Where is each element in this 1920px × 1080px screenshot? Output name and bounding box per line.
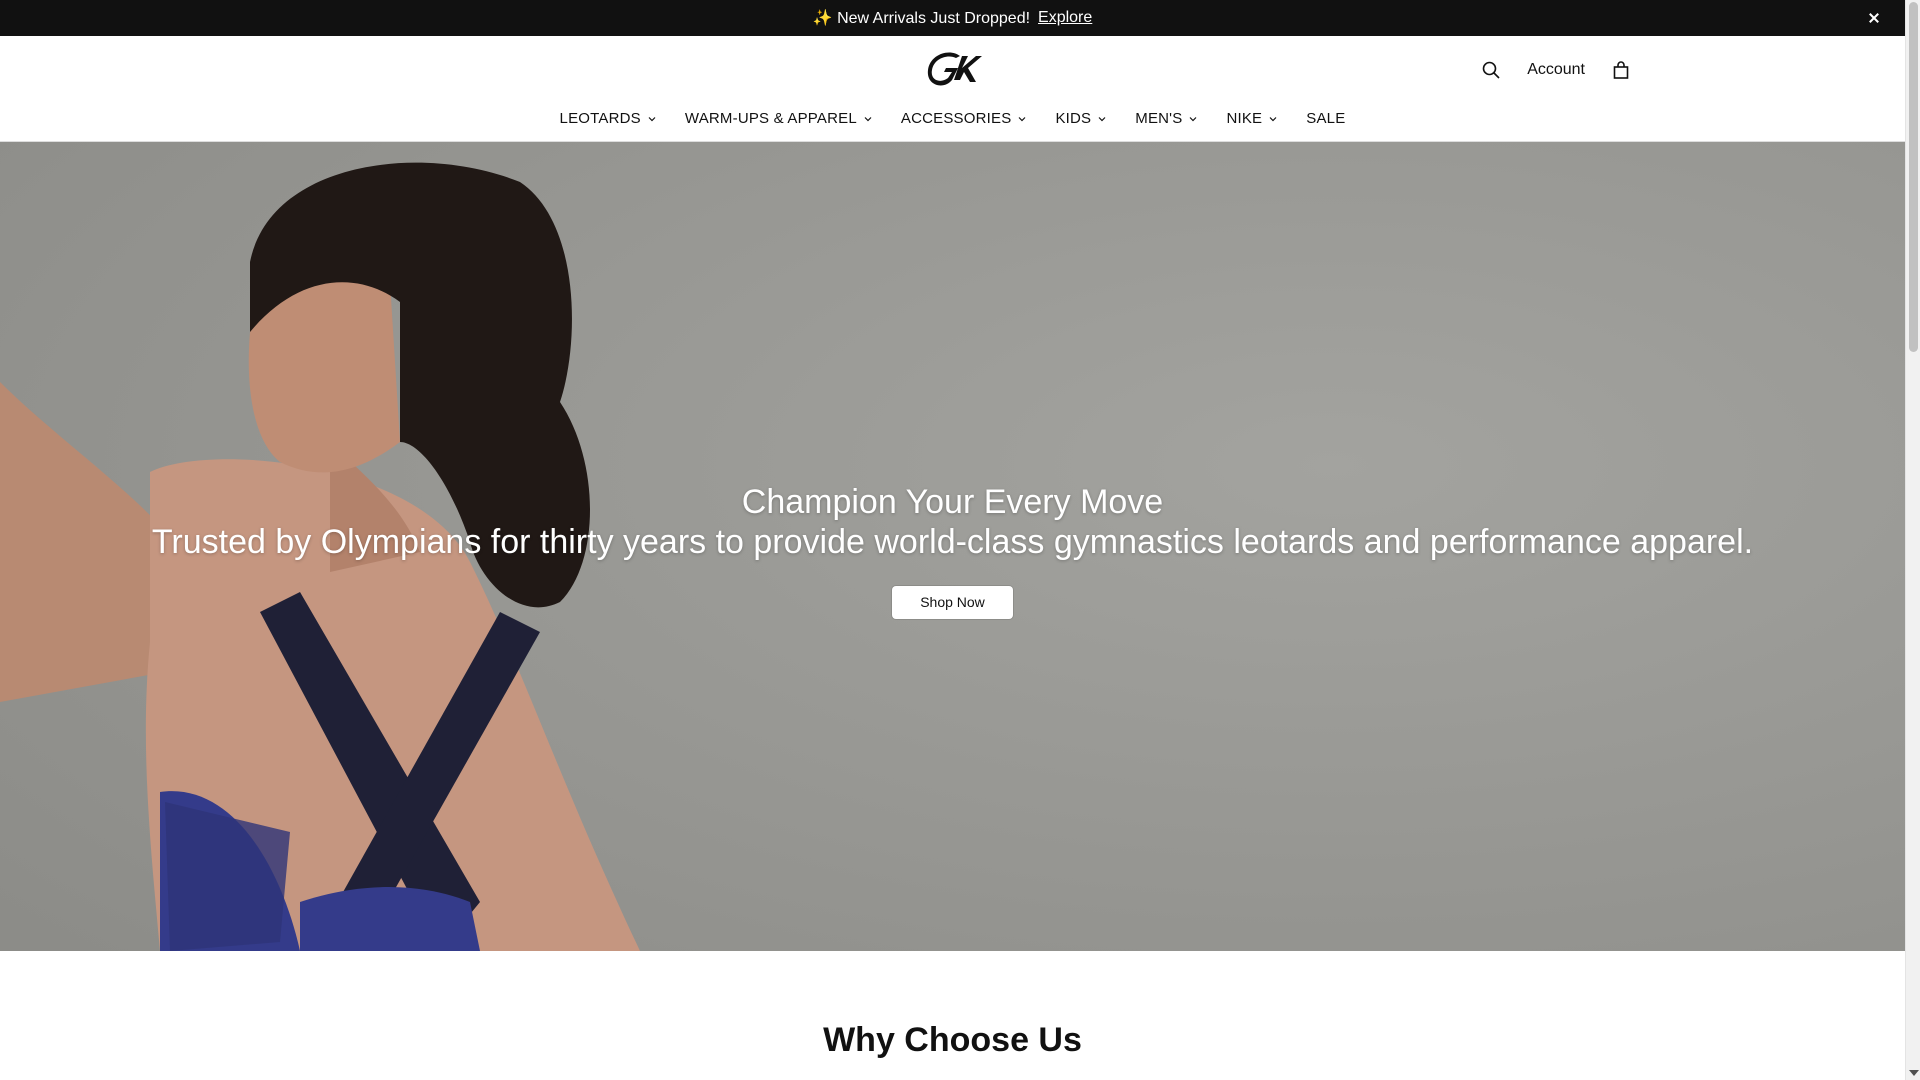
chevron-down-icon (864, 116, 872, 121)
account-link[interactable]: Account (1527, 61, 1585, 79)
page-scrollbar[interactable] (1905, 0, 1920, 1080)
close-icon[interactable] (1865, 9, 1883, 27)
nav-item-nike[interactable]: NIKE (1226, 110, 1278, 127)
hero-title: Champion Your Every Move (741, 483, 1164, 521)
search-icon[interactable] (1479, 58, 1503, 82)
nav-item-sale[interactable]: SALE (1306, 110, 1345, 127)
shopping-bag-icon[interactable] (1609, 58, 1633, 82)
announcement-bar: ✨ New Arrivals Just Dropped! Explore (0, 0, 1905, 36)
nav-label: MEN'S (1135, 110, 1183, 127)
nav-item-accessories[interactable]: ACCESSORIES (901, 110, 1028, 127)
nav-item-leotards[interactable]: LEOTARDS (560, 110, 657, 127)
hero-banner: Champion Your Every Move Trusted by Olym… (0, 142, 1905, 951)
gk-logo-icon[interactable] (926, 50, 982, 90)
chevron-down-icon (1019, 116, 1026, 121)
nav-label: ACCESSORIES (900, 110, 1012, 127)
chevron-down-icon (648, 116, 656, 121)
nav-label: LEOTARDS (559, 110, 641, 127)
nav-label: SALE (1306, 110, 1346, 127)
announcement-text: ✨ New Arrivals Just Dropped! (812, 10, 1031, 27)
section-heading: Why Choose Us (823, 1021, 1082, 1059)
why-choose-us-section: Why Choose Us (0, 951, 1905, 1060)
explore-link[interactable]: Explore (1038, 9, 1092, 27)
nav-label: KIDS (1055, 110, 1092, 127)
nav-item-kids[interactable]: KIDS (1055, 110, 1107, 127)
shop-now-button[interactable]: Shop Now (892, 586, 1013, 619)
chevron-down-icon (1269, 116, 1277, 121)
chevron-down-icon (1190, 116, 1197, 121)
nav-item-warm-ups-apparel[interactable]: WARM-UPS & APPAREL (685, 110, 873, 127)
nav-label: WARM-UPS & APPAREL (684, 110, 857, 127)
nav-item-mens[interactable]: MEN'S (1135, 110, 1198, 127)
page: ✨ New Arrivals Just Dropped! Explore Acc… (0, 0, 1905, 1080)
chevron-down-icon (1098, 116, 1106, 121)
header-actions: Account (1479, 58, 1633, 82)
hero-subtitle: Trusted by Olympians for thirty years to… (151, 523, 1754, 561)
main-nav: LEOTARDS WARM-UPS & APPAREL ACCESSORIES … (0, 110, 1905, 127)
scroll-down-icon[interactable] (1909, 1070, 1919, 1076)
nav-label: NIKE (1226, 110, 1263, 127)
scrollbar-thumb[interactable] (1909, 2, 1918, 352)
site-header: Account LEOTARDS WARM-UPS & APPAREL ACCE… (0, 36, 1905, 142)
hero-text: Champion Your Every Move Trusted by Olym… (0, 482, 1905, 619)
